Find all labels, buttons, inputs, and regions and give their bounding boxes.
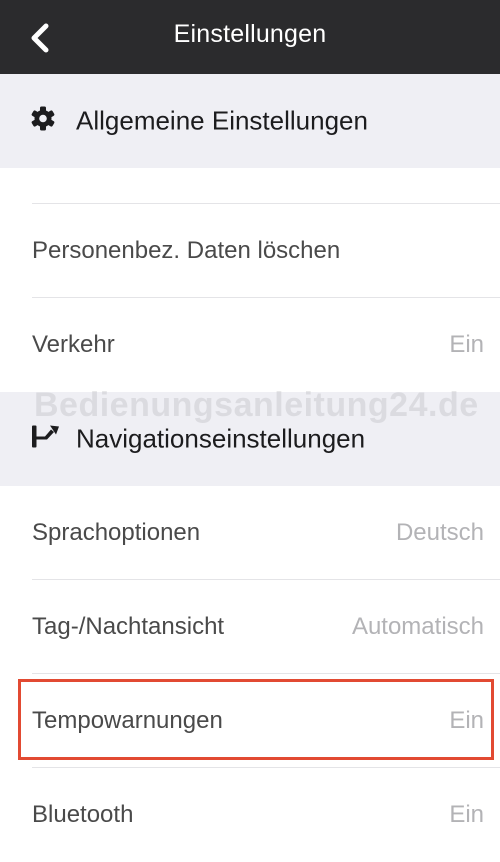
row-traffic[interactable]: Verkehr Ein	[0, 298, 500, 392]
row-delete-personal-data[interactable]: Personenbez. Daten löschen	[0, 204, 500, 298]
gear-icon	[30, 106, 56, 137]
section-label: Allgemeine Einstellungen	[76, 105, 368, 136]
nav-bar: Einstellungen	[0, 0, 500, 74]
section-label: Navigationseinstellungen	[76, 423, 366, 454]
row-value: Ein	[449, 801, 484, 828]
row-value: Ein	[449, 331, 484, 358]
row-bluetooth[interactable]: Bluetooth Ein	[0, 768, 500, 862]
row-value: Ein	[449, 707, 484, 734]
row-value: Deutsch	[395, 519, 484, 546]
row-speed-warnings[interactable]: Tempowarnungen Ein	[0, 674, 500, 768]
watermark: Bedienungsanleitung24.de	[34, 386, 479, 424]
route-fork-icon	[30, 425, 60, 454]
row-label: Sprachoptionen	[32, 519, 201, 546]
row-label: Personenbez. Daten löschen	[32, 237, 341, 264]
row-label: Verkehr	[32, 331, 115, 358]
section-header-general: Allgemeine Einstellungen	[0, 74, 500, 168]
row-language-options[interactable]: Sprachoptionen Deutsch	[0, 486, 500, 580]
row-label: Bluetooth	[32, 801, 134, 828]
row-label: Tempowarnungen	[32, 707, 223, 734]
row-label: Tag-/Nachtansicht	[32, 613, 225, 640]
row-value: Automatisch	[351, 613, 484, 640]
page-title: Einstellungen	[173, 20, 327, 48]
row-day-night-view[interactable]: Tag-/Nachtansicht Automatisch	[0, 580, 500, 674]
